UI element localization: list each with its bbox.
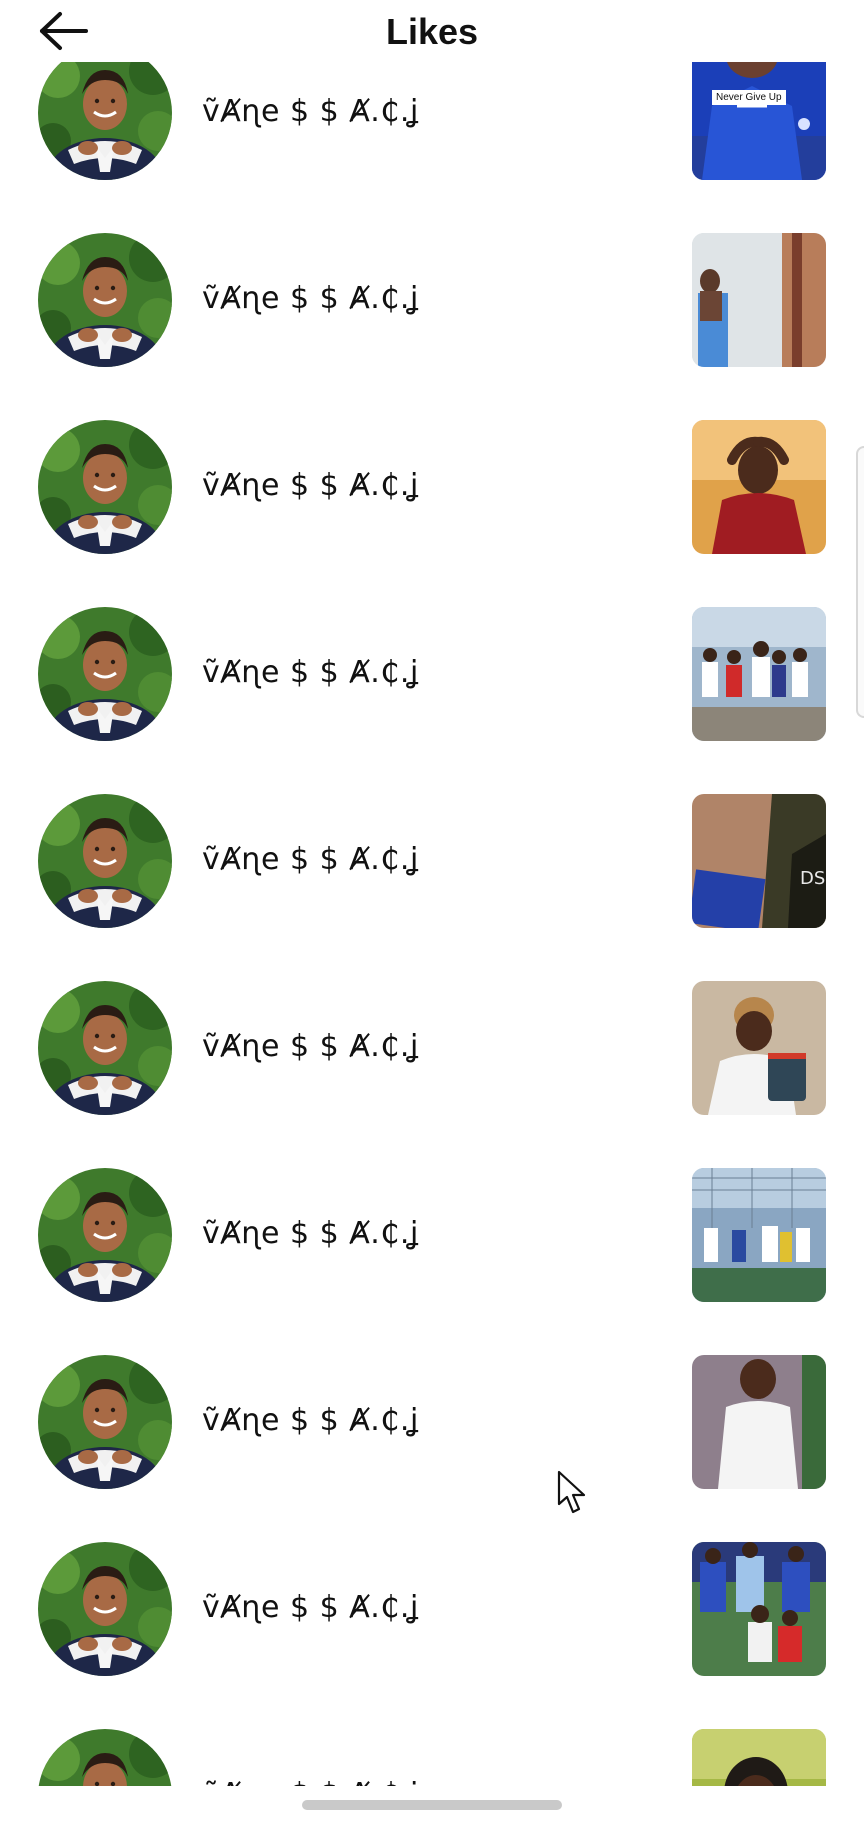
avatar[interactable] [38,420,172,554]
thumbnail-caption: Never Give Up [712,90,786,105]
like-row[interactable]: ṽȺɳe $ $ Ⱥ.₵.ʝ [0,1697,864,1786]
avatar[interactable] [38,607,172,741]
doorway-thumbnail[interactable] [692,233,826,367]
username[interactable]: ṽȺɳe $ $ Ⱥ.₵.ʝ [202,468,419,503]
like-row[interactable]: ṽȺɳe $ $ Ⱥ.₵.ʝ [0,1510,864,1697]
like-row[interactable]: ṽȺɳe $ $ Ⱥ.₵.ʝ [0,388,864,575]
username[interactable]: ṽȺɳe $ $ Ⱥ.₵.ʝ [202,1777,419,1786]
jerseys-group-thumbnail[interactable] [692,1542,826,1676]
smiling-man-thumbnail[interactable] [692,1729,826,1786]
home-indicator [302,1800,562,1810]
red-jacket-thumbnail[interactable] [692,420,826,554]
like-row[interactable]: ṽȺɳe $ $ Ⱥ.₵.ʝ [0,1323,864,1510]
closeup-box-thumbnail[interactable]: DS [692,794,826,928]
username[interactable]: ṽȺɳe $ $ Ⱥ.₵.ʝ [202,1590,419,1625]
mug-holder-thumbnail[interactable] [692,981,826,1115]
username[interactable]: ṽȺɳe $ $ Ⱥ.₵.ʝ [202,1403,419,1438]
scrollbar[interactable] [856,446,864,718]
mouse-cursor-icon [557,1470,586,1514]
username[interactable]: ṽȺɳe $ $ Ⱥ.₵.ʝ [202,1029,419,1064]
arrow-left-icon [40,12,88,50]
header: Likes [0,0,864,62]
avatar[interactable] [38,62,172,180]
like-row[interactable]: ṽȺɳe $ $ Ⱥ.₵.ʝ Never Give Up [0,62,864,201]
avatar[interactable] [38,981,172,1115]
like-row[interactable]: ṽȺɳe $ $ Ⱥ.₵.ʝ [0,201,864,388]
white-shirt-thumbnail[interactable] [692,1355,826,1489]
username[interactable]: ṽȺɳe $ $ Ⱥ.₵.ʝ [202,281,419,316]
avatar[interactable] [38,1355,172,1489]
likes-screen: Likes ṽȺɳe $ $ Ⱥ.₵.ʝ Never Give Up ṽȺɳe … [0,0,864,1824]
back-button[interactable] [34,6,94,56]
username[interactable]: ṽȺɳe $ $ Ⱥ.₵.ʝ [202,842,419,877]
avatar[interactable] [38,1542,172,1676]
username[interactable]: ṽȺɳe $ $ Ⱥ.₵.ʝ [202,1216,419,1251]
avatar[interactable] [38,1729,172,1786]
username[interactable]: ṽȺɳe $ $ Ⱥ.₵.ʝ [202,655,419,690]
username[interactable]: ṽȺɳe $ $ Ⱥ.₵.ʝ [202,94,419,129]
avatar[interactable] [38,233,172,367]
like-row[interactable]: ṽȺɳe $ $ Ⱥ.₵.ʝ [0,949,864,1136]
likes-list[interactable]: ṽȺɳe $ $ Ⱥ.₵.ʝ Never Give Up ṽȺɳe $ $ Ⱥ.… [0,62,864,1786]
like-row[interactable]: ṽȺɳe $ $ Ⱥ.₵.ʝ [0,575,864,762]
like-row[interactable]: ṽȺɳe $ $ Ⱥ.₵.ʝ DS [0,762,864,949]
blue-jersey-thumbnail[interactable]: Never Give Up [692,62,826,180]
svg-text:DS: DS [800,868,825,889]
group-dance-thumbnail[interactable] [692,607,826,741]
avatar[interactable] [38,794,172,928]
football-group-thumbnail[interactable] [692,1168,826,1302]
avatar[interactable] [38,1168,172,1302]
page-title: Likes [385,11,479,52]
like-row[interactable]: ṽȺɳe $ $ Ⱥ.₵.ʝ [0,1136,864,1323]
